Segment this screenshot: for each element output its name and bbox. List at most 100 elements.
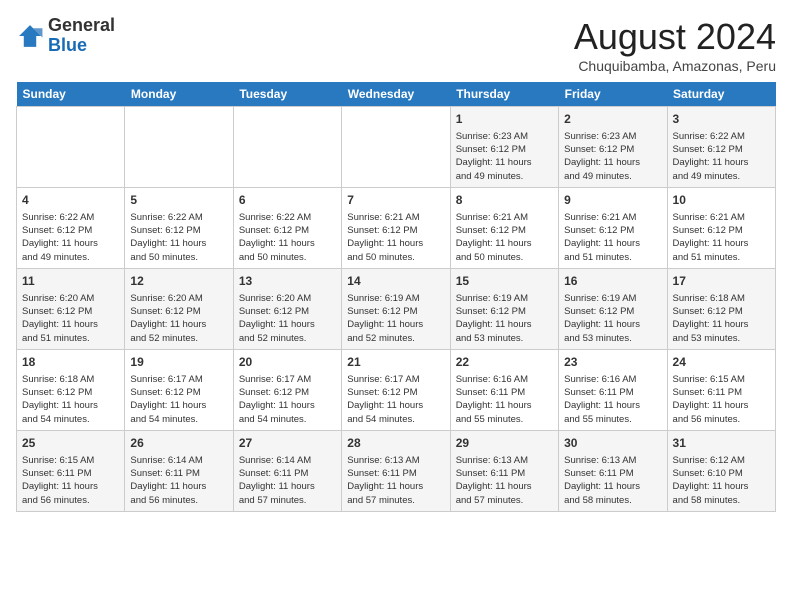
day-number: 23 (564, 354, 661, 371)
calendar-cell: 22 Sunrise: 6:16 AM Sunset: 6:11 PM Dayli… (450, 349, 558, 430)
calendar-body: 1 Sunrise: 6:23 AM Sunset: 6:12 PM Daylig… (17, 107, 776, 512)
day-number: 8 (456, 192, 553, 209)
calendar-week-3: 11 Sunrise: 6:20 AM Sunset: 6:12 PM Dayli… (17, 268, 776, 349)
calendar-cell: 17 Sunrise: 6:18 AM Sunset: 6:12 PM Dayli… (667, 268, 775, 349)
page-header: General Blue August 2024 Chuquibamba, Am… (16, 16, 776, 74)
logo: General Blue (16, 16, 115, 56)
calendar-cell: 23 Sunrise: 6:16 AM Sunset: 6:11 PM Dayli… (559, 349, 667, 430)
location-subtitle: Chuquibamba, Amazonas, Peru (574, 58, 776, 74)
calendar-cell: 31Sunrise: 6:12 AM Sunset: 6:10 PM Dayli… (667, 430, 775, 511)
day-number: 18 (22, 354, 119, 371)
day-detail: Sunrise: 6:18 AM Sunset: 6:12 PM Dayligh… (22, 373, 119, 426)
calendar-cell: 27Sunrise: 6:14 AM Sunset: 6:11 PM Dayli… (233, 430, 341, 511)
day-detail: Sunrise: 6:23 AM Sunset: 6:12 PM Dayligh… (456, 130, 553, 183)
calendar-week-5: 25Sunrise: 6:15 AM Sunset: 6:11 PM Dayli… (17, 430, 776, 511)
day-detail: Sunrise: 6:22 AM Sunset: 6:12 PM Dayligh… (130, 211, 227, 264)
calendar-cell: 6Sunrise: 6:22 AM Sunset: 6:12 PM Daylig… (233, 187, 341, 268)
calendar-cell: 8 Sunrise: 6:21 AM Sunset: 6:12 PM Daylig… (450, 187, 558, 268)
calendar-cell: 24 Sunrise: 6:15 AM Sunset: 6:11 PM Dayli… (667, 349, 775, 430)
day-number: 16 (564, 273, 661, 290)
col-thursday: Thursday (450, 82, 558, 107)
calendar-cell: 1 Sunrise: 6:23 AM Sunset: 6:12 PM Daylig… (450, 107, 558, 188)
day-detail: Sunrise: 6:16 AM Sunset: 6:11 PM Dayligh… (564, 373, 661, 426)
calendar-cell: 26 Sunrise: 6:14 AM Sunset: 6:11 PM Dayli… (125, 430, 233, 511)
day-detail: Sunrise: 6:20 AM Sunset: 6:12 PM Dayligh… (22, 292, 119, 345)
day-number: 25 (22, 435, 119, 452)
day-number: 30 (564, 435, 661, 452)
day-detail: Sunrise: 6:14 AM Sunset: 6:11 PM Dayligh… (130, 454, 227, 507)
day-detail: Sunrise: 6:18 AM Sunset: 6:12 PM Dayligh… (673, 292, 770, 345)
day-detail: Sunrise: 6:17 AM Sunset: 6:12 PM Dayligh… (347, 373, 444, 426)
calendar-cell: 28Sunrise: 6:13 AM Sunset: 6:11 PM Dayli… (342, 430, 450, 511)
logo-blue-text: Blue (48, 35, 87, 55)
day-number: 22 (456, 354, 553, 371)
day-detail: Sunrise: 6:20 AM Sunset: 6:12 PM Dayligh… (130, 292, 227, 345)
day-number: 13 (239, 273, 336, 290)
day-number: 1 (456, 111, 553, 128)
calendar-cell (342, 107, 450, 188)
month-title: August 2024 (574, 16, 776, 58)
day-detail: Sunrise: 6:17 AM Sunset: 6:12 PM Dayligh… (239, 373, 336, 426)
calendar-cell: 21Sunrise: 6:17 AM Sunset: 6:12 PM Dayli… (342, 349, 450, 430)
day-detail: Sunrise: 6:19 AM Sunset: 6:12 PM Dayligh… (456, 292, 553, 345)
day-detail: Sunrise: 6:16 AM Sunset: 6:11 PM Dayligh… (456, 373, 553, 426)
day-detail: Sunrise: 6:21 AM Sunset: 6:12 PM Dayligh… (564, 211, 661, 264)
day-number: 17 (673, 273, 770, 290)
col-monday: Monday (125, 82, 233, 107)
day-detail: Sunrise: 6:13 AM Sunset: 6:11 PM Dayligh… (564, 454, 661, 507)
day-number: 26 (130, 435, 227, 452)
calendar-cell: 29 Sunrise: 6:13 AM Sunset: 6:11 PM Dayli… (450, 430, 558, 511)
day-detail: Sunrise: 6:13 AM Sunset: 6:11 PM Dayligh… (456, 454, 553, 507)
calendar-cell: 10Sunrise: 6:21 AM Sunset: 6:12 PM Dayli… (667, 187, 775, 268)
calendar-cell: 13 Sunrise: 6:20 AM Sunset: 6:12 PM Dayli… (233, 268, 341, 349)
day-detail: Sunrise: 6:22 AM Sunset: 6:12 PM Dayligh… (239, 211, 336, 264)
logo-text: General Blue (48, 16, 115, 56)
day-number: 15 (456, 273, 553, 290)
day-detail: Sunrise: 6:21 AM Sunset: 6:12 PM Dayligh… (347, 211, 444, 264)
calendar-cell: 4Sunrise: 6:22 AM Sunset: 6:12 PM Daylig… (17, 187, 125, 268)
day-number: 10 (673, 192, 770, 209)
day-number: 19 (130, 354, 227, 371)
calendar-cell: 16 Sunrise: 6:19 AM Sunset: 6:12 PM Dayli… (559, 268, 667, 349)
col-tuesday: Tuesday (233, 82, 341, 107)
day-detail: Sunrise: 6:22 AM Sunset: 6:12 PM Dayligh… (673, 130, 770, 183)
calendar-cell: 19 Sunrise: 6:17 AM Sunset: 6:12 PM Dayli… (125, 349, 233, 430)
day-detail: Sunrise: 6:17 AM Sunset: 6:12 PM Dayligh… (130, 373, 227, 426)
calendar-cell (125, 107, 233, 188)
col-saturday: Saturday (667, 82, 775, 107)
day-number: 7 (347, 192, 444, 209)
day-detail: Sunrise: 6:15 AM Sunset: 6:11 PM Dayligh… (673, 373, 770, 426)
day-detail: Sunrise: 6:20 AM Sunset: 6:12 PM Dayligh… (239, 292, 336, 345)
day-number: 24 (673, 354, 770, 371)
calendar-cell: 7 Sunrise: 6:21 AM Sunset: 6:12 PM Daylig… (342, 187, 450, 268)
day-number: 14 (347, 273, 444, 290)
calendar-week-4: 18 Sunrise: 6:18 AM Sunset: 6:12 PM Dayli… (17, 349, 776, 430)
calendar-cell (17, 107, 125, 188)
calendar-table: Sunday Monday Tuesday Wednesday Thursday… (16, 82, 776, 512)
day-detail: Sunrise: 6:19 AM Sunset: 6:12 PM Dayligh… (347, 292, 444, 345)
day-detail: Sunrise: 6:21 AM Sunset: 6:12 PM Dayligh… (456, 211, 553, 264)
calendar-cell: 30 Sunrise: 6:13 AM Sunset: 6:11 PM Dayli… (559, 430, 667, 511)
day-number: 11 (22, 273, 119, 290)
calendar-cell: 25Sunrise: 6:15 AM Sunset: 6:11 PM Dayli… (17, 430, 125, 511)
calendar-cell: 12 Sunrise: 6:20 AM Sunset: 6:12 PM Dayli… (125, 268, 233, 349)
calendar-cell: 11 Sunrise: 6:20 AM Sunset: 6:12 PM Dayli… (17, 268, 125, 349)
calendar-cell: 5Sunrise: 6:22 AM Sunset: 6:12 PM Daylig… (125, 187, 233, 268)
calendar-cell: 9Sunrise: 6:21 AM Sunset: 6:12 PM Daylig… (559, 187, 667, 268)
title-block: August 2024 Chuquibamba, Amazonas, Peru (574, 16, 776, 74)
calendar-cell: 14 Sunrise: 6:19 AM Sunset: 6:12 PM Dayli… (342, 268, 450, 349)
day-number: 12 (130, 273, 227, 290)
calendar-cell: 18 Sunrise: 6:18 AM Sunset: 6:12 PM Dayli… (17, 349, 125, 430)
calendar-cell: 15 Sunrise: 6:19 AM Sunset: 6:12 PM Dayli… (450, 268, 558, 349)
day-number: 20 (239, 354, 336, 371)
calendar-cell: 20 Sunrise: 6:17 AM Sunset: 6:12 PM Dayli… (233, 349, 341, 430)
calendar-week-1: 1 Sunrise: 6:23 AM Sunset: 6:12 PM Daylig… (17, 107, 776, 188)
day-detail: Sunrise: 6:13 AM Sunset: 6:11 PM Dayligh… (347, 454, 444, 507)
day-number: 29 (456, 435, 553, 452)
day-number: 2 (564, 111, 661, 128)
calendar-cell: 3Sunrise: 6:22 AM Sunset: 6:12 PM Daylig… (667, 107, 775, 188)
col-wednesday: Wednesday (342, 82, 450, 107)
day-detail: Sunrise: 6:19 AM Sunset: 6:12 PM Dayligh… (564, 292, 661, 345)
calendar-cell: 2Sunrise: 6:23 AM Sunset: 6:12 PM Daylig… (559, 107, 667, 188)
day-detail: Sunrise: 6:22 AM Sunset: 6:12 PM Dayligh… (22, 211, 119, 264)
